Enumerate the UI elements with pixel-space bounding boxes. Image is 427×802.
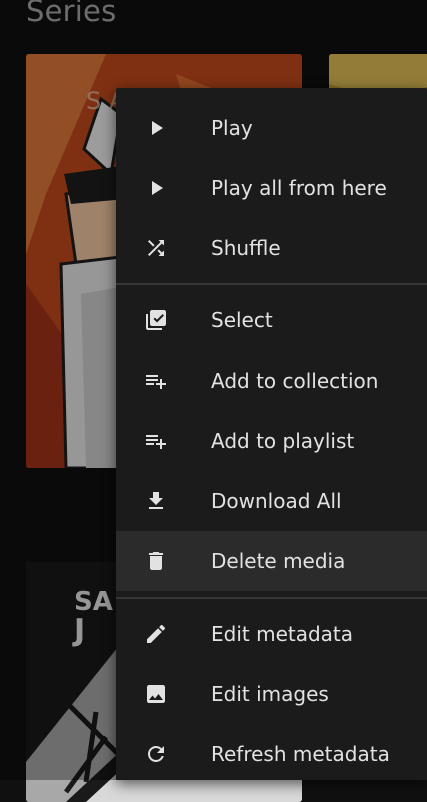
pencil-icon	[144, 622, 168, 646]
refresh-icon	[144, 742, 168, 766]
menu-item-delete-media[interactable]: Delete media	[116, 531, 427, 591]
menu-item-edit-metadata[interactable]: Edit metadata	[116, 604, 427, 664]
menu-item-select[interactable]: Select	[116, 290, 427, 350]
play-icon	[144, 116, 168, 140]
play-icon	[144, 176, 168, 200]
shuffle-icon	[144, 236, 168, 260]
download-icon	[144, 489, 168, 513]
select-checkbox-icon	[144, 308, 168, 332]
menu-item-play-all-from-here[interactable]: Play all from here	[116, 158, 427, 218]
menu-item-refresh-metadata[interactable]: Refresh metadata	[116, 724, 427, 784]
playlist-add-icon	[144, 369, 168, 393]
menu-item-add-to-collection[interactable]: Add to collection	[116, 351, 427, 411]
context-menu: Play Play all from here Shuffle Select A…	[116, 88, 427, 780]
menu-divider	[116, 597, 427, 599]
menu-item-download-all[interactable]: Download All	[116, 471, 427, 531]
image-icon	[144, 682, 168, 706]
playlist-add-icon	[144, 429, 168, 453]
trash-icon	[144, 549, 168, 573]
menu-item-shuffle[interactable]: Shuffle	[116, 218, 427, 278]
menu-item-edit-images[interactable]: Edit images	[116, 664, 427, 724]
menu-divider	[116, 283, 427, 285]
menu-item-add-to-playlist[interactable]: Add to playlist	[116, 411, 427, 471]
menu-item-play[interactable]: Play	[116, 98, 427, 158]
